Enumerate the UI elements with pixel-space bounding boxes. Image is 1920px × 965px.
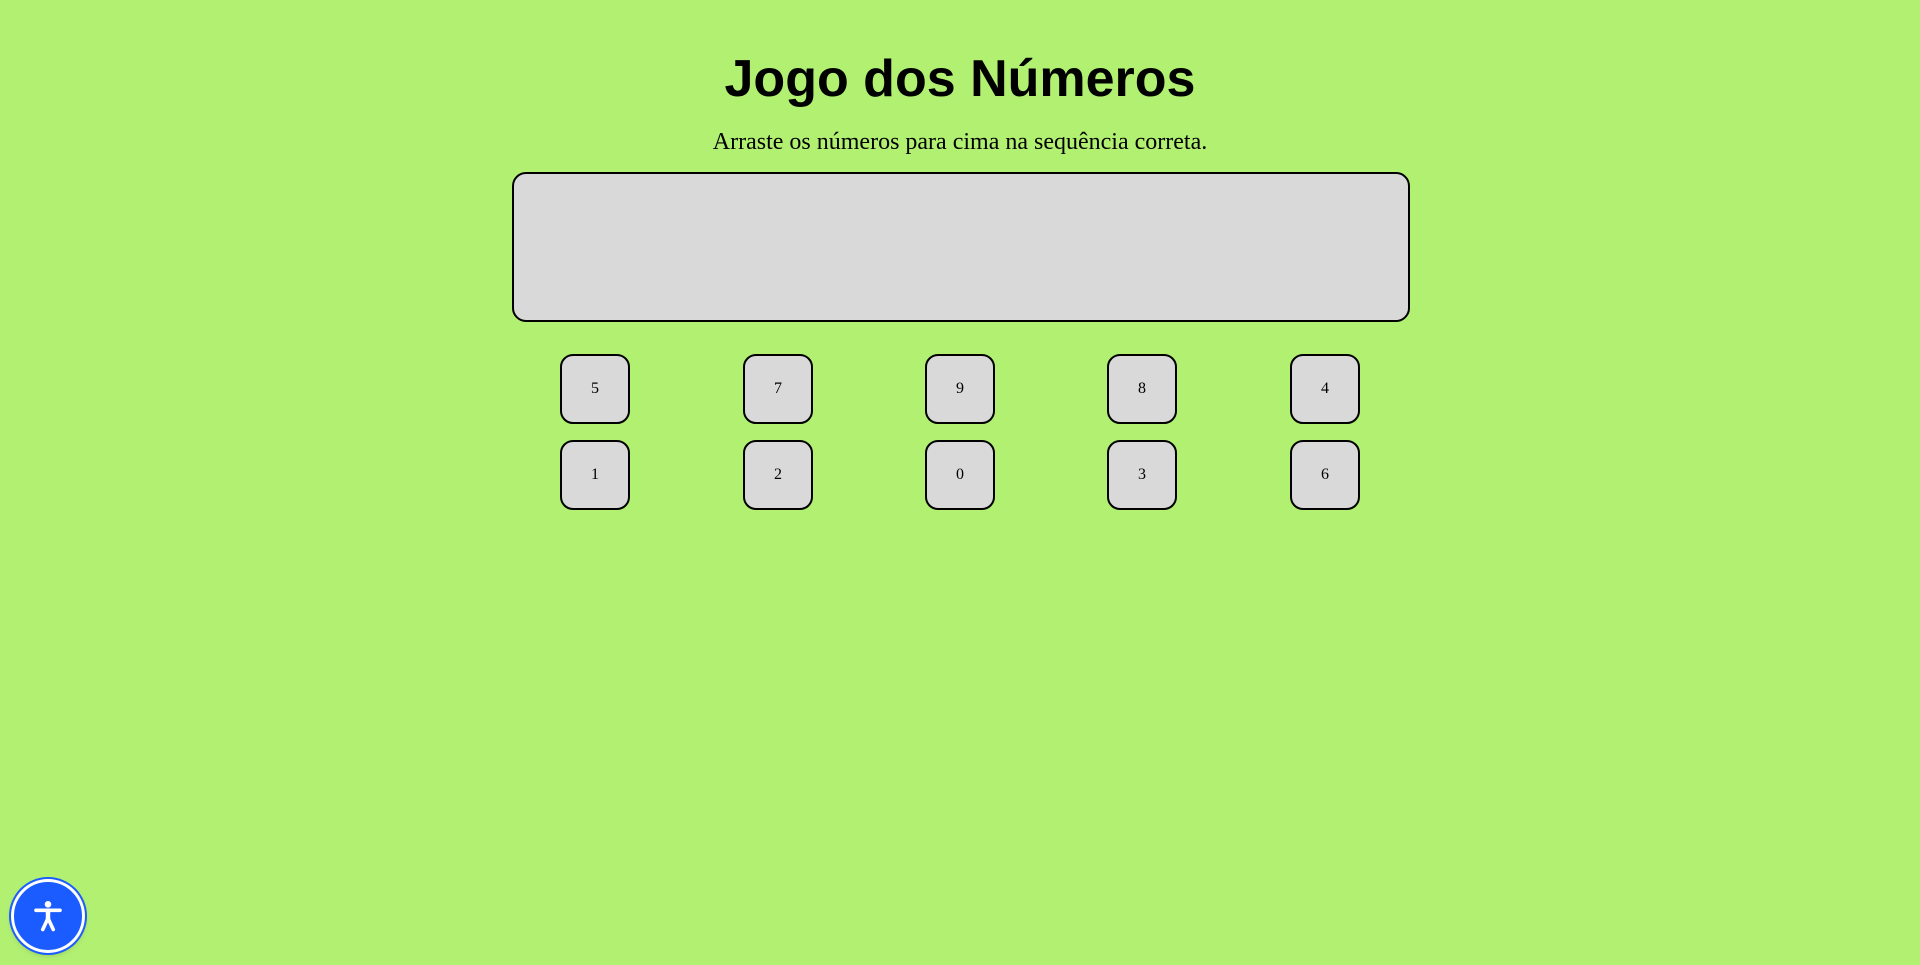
number-tile[interactable]: 0	[925, 440, 995, 510]
number-tile[interactable]: 9	[925, 354, 995, 424]
number-tile[interactable]: 7	[743, 354, 813, 424]
number-tile[interactable]: 2	[743, 440, 813, 510]
number-tile[interactable]: 4	[1290, 354, 1360, 424]
answer-drop-zone[interactable]	[512, 172, 1410, 322]
number-tile[interactable]: 3	[1107, 440, 1177, 510]
accessibility-icon	[34, 901, 62, 932]
accessibility-button[interactable]	[14, 882, 82, 950]
number-tile[interactable]: 6	[1290, 440, 1360, 510]
game-title: Jogo dos Números	[724, 50, 1196, 108]
number-tile[interactable]: 8	[1107, 354, 1177, 424]
number-tile[interactable]: 1	[560, 440, 630, 510]
number-tile[interactable]: 5	[560, 354, 630, 424]
game-instructions: Arraste os números para cima na sequênci…	[712, 129, 1208, 155]
